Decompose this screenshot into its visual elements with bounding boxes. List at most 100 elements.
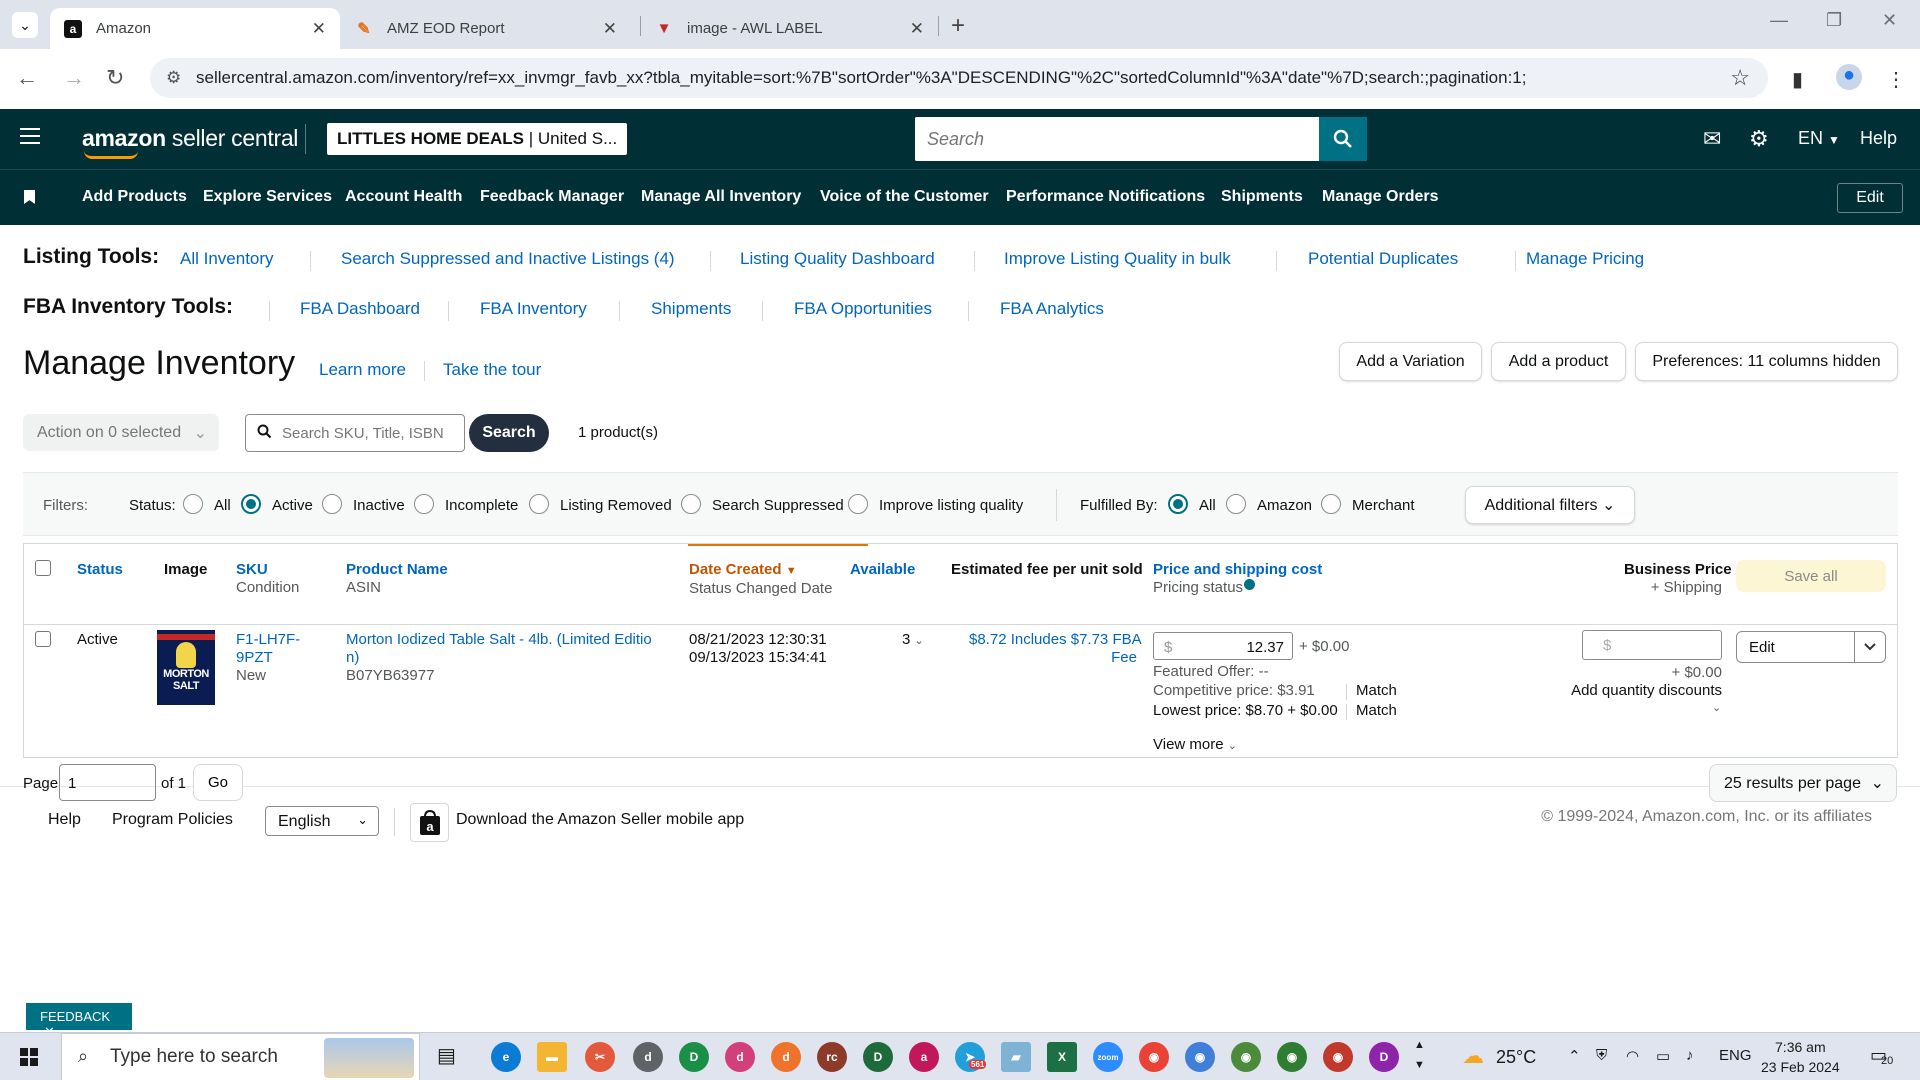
weather-icon[interactable]: ☁	[1462, 1043, 1484, 1069]
close-icon[interactable]: ✕	[603, 19, 617, 39]
bookmark-star-icon[interactable]: ☆	[1730, 65, 1750, 91]
link-manage-pricing[interactable]: Manage Pricing	[1526, 249, 1644, 269]
header-date-created[interactable]: Date Created ▼ Status Changed Date	[689, 561, 832, 598]
row-product-name[interactable]: Morton Iodized Table Salt - 4lb. (Limite…	[346, 631, 652, 685]
view-more-link[interactable]: View more ⌄	[1153, 736, 1237, 755]
link-fba-shipments[interactable]: Shipments	[651, 299, 731, 319]
results-per-page-dropdown[interactable]: 25 results per page ⌄	[1709, 764, 1897, 802]
link-listing-quality-dashboard[interactable]: Listing Quality Dashboard	[740, 249, 935, 269]
minimize-icon[interactable]: —	[1770, 10, 1788, 31]
chrome-profile-icon[interactable]: rc	[817, 1042, 847, 1072]
telegram-icon[interactable]: ➤ 561	[955, 1042, 987, 1072]
match-lowest-link[interactable]: Match	[1356, 702, 1397, 720]
edge-icon[interactable]: e	[491, 1042, 521, 1072]
taskbar-clock[interactable]: 7:36 am 23 Feb 2024	[1761, 1037, 1840, 1077]
back-icon[interactable]: ←	[16, 65, 38, 91]
gear-icon[interactable]: ⚙	[1749, 126, 1769, 152]
radio-status-all[interactable]	[183, 494, 203, 514]
tray-expand-icon[interactable]: ⌃	[1568, 1047, 1581, 1065]
chrome-profile-icon[interactable]: d	[725, 1042, 755, 1072]
match-competitive-link[interactable]: Match	[1356, 682, 1397, 700]
wifi-icon[interactable]: ◠	[1626, 1047, 1639, 1065]
taskbar-scroll-icon[interactable]: ▲ ▼	[1414, 1035, 1425, 1075]
chrome-profile-icon[interactable]: ◉	[1231, 1042, 1261, 1072]
info-icon[interactable]	[1244, 579, 1256, 590]
browser-menu-icon[interactable]: ⋮	[1886, 67, 1906, 92]
sku-search-input[interactable]: Search SKU, Title, ISBN	[245, 414, 465, 452]
footer-help-link[interactable]: Help	[48, 811, 81, 829]
link-fba-inventory[interactable]: FBA Inventory	[480, 299, 587, 319]
page-number-input[interactable]: 1	[59, 764, 156, 801]
nav-performance-notifications[interactable]: Performance Notifications	[1006, 188, 1205, 206]
radio-fulfilled-all[interactable]	[1168, 494, 1188, 514]
chrome-profile-icon[interactable]: d	[633, 1042, 663, 1072]
task-view-icon[interactable]: ▤	[437, 1043, 456, 1068]
link-potential-duplicates[interactable]: Potential Duplicates	[1308, 249, 1458, 269]
forward-icon[interactable]: →	[63, 65, 85, 91]
price-input[interactable]: $ 12.37	[1153, 632, 1293, 660]
chrome-profile-icon[interactable]: ◉	[1185, 1042, 1215, 1072]
nav-edit-button[interactable]: Edit	[1837, 183, 1903, 213]
battery-icon[interactable]: ▭	[1656, 1047, 1670, 1065]
link-improve-listing-quality[interactable]: Improve Listing Quality in bulk	[1004, 249, 1231, 269]
chrome-profile-icon[interactable]: D	[679, 1042, 709, 1072]
taskbar-search-box[interactable]: ⌕ Type here to search	[61, 1033, 420, 1080]
feedback-tab[interactable]: FEEDBACK ✕	[26, 1003, 132, 1039]
lowest-price-link[interactable]: Lowest price: $8.70 + $0.00	[1153, 702, 1338, 720]
add-variation-button[interactable]: Add a Variation	[1339, 342, 1482, 381]
file-explorer-icon[interactable]: ▬	[537, 1042, 567, 1072]
nav-feedback-manager[interactable]: Feedback Manager	[480, 188, 624, 206]
input-language[interactable]: ENG	[1719, 1047, 1752, 1064]
mail-icon[interactable]: ✉	[1703, 126, 1721, 152]
business-price-input[interactable]: $	[1582, 630, 1722, 660]
tab-amz-eod-report[interactable]: ✎ AMZ EOD Report ✕	[341, 8, 631, 49]
link-search-suppressed[interactable]: Search Suppressed and Inactive Listings …	[341, 249, 675, 269]
side-panel-icon[interactable]: ▮	[1792, 67, 1803, 92]
volume-icon[interactable]: ♪	[1686, 1047, 1694, 1064]
link-all-inventory[interactable]: All Inventory	[180, 249, 274, 269]
take-tour-link[interactable]: Take the tour	[443, 360, 541, 380]
chrome-profile-icon[interactable]: D	[863, 1042, 893, 1072]
add-product-button[interactable]: Add a product	[1491, 342, 1626, 381]
link-fba-dashboard[interactable]: FBA Dashboard	[300, 299, 420, 319]
row-fee[interactable]: $8.72 Includes $7.73 FBA Fee	[969, 631, 1142, 667]
nav-voice-of-customer[interactable]: Voice of the Customer	[820, 188, 989, 206]
close-icon[interactable]: ✕	[910, 19, 924, 39]
preferences-button[interactable]: Preferences: 11 columns hidden	[1635, 342, 1898, 381]
bookmark-icon[interactable]	[24, 190, 35, 204]
row-checkbox[interactable]	[35, 631, 51, 647]
chrome-profile-icon[interactable]: ◉	[1277, 1042, 1307, 1072]
radio-status-improve-quality[interactable]	[848, 494, 868, 514]
go-button[interactable]: Go	[193, 764, 243, 801]
radio-status-incomplete[interactable]	[414, 494, 434, 514]
radio-status-search-suppressed[interactable]	[681, 494, 701, 514]
footer-language-select[interactable]: English ⌄	[265, 806, 379, 836]
help-link[interactable]: Help	[1860, 128, 1897, 149]
site-settings-icon[interactable]: ⚙	[166, 68, 181, 88]
chrome-profile-icon[interactable]: ◉	[1323, 1042, 1353, 1072]
nav-add-products[interactable]: Add Products	[82, 188, 187, 206]
header-product-name[interactable]: Product Name ASIN	[346, 561, 448, 597]
chevron-down-icon[interactable]: ⌄	[1712, 699, 1721, 717]
profile-avatar-icon[interactable]: ●	[1836, 64, 1862, 90]
header-status[interactable]: Status	[77, 561, 123, 579]
excel-icon[interactable]: X	[1047, 1042, 1077, 1072]
tab-awl-label[interactable]: ▼ image - AWL LABEL ✕	[641, 8, 938, 49]
window-close-icon[interactable]: ✕	[1882, 10, 1897, 31]
learn-more-link[interactable]: Learn more	[319, 360, 406, 380]
reload-icon[interactable]: ↻	[106, 65, 124, 91]
nav-explore-services[interactable]: Explore Services	[203, 188, 332, 206]
url-field[interactable]: ⚙ sellercentral.amazon.com/inventory/ref…	[150, 58, 1768, 98]
radio-fulfilled-amazon[interactable]	[1226, 494, 1246, 514]
radio-status-listing-removed[interactable]	[529, 494, 549, 514]
tab-search-icon[interactable]: ⌄	[12, 12, 38, 38]
header-sku[interactable]: SKU Condition	[236, 561, 299, 597]
header-search-input[interactable]	[915, 117, 1319, 161]
nav-account-health[interactable]: Account Health	[345, 188, 462, 206]
seller-central-logo[interactable]: amazon seller central	[82, 125, 298, 159]
header-search-button[interactable]	[1319, 117, 1367, 161]
row-edit-button[interactable]: Edit	[1737, 632, 1855, 662]
link-fba-analytics[interactable]: FBA Analytics	[1000, 299, 1104, 319]
row-sku[interactable]: F1-LH7F- 9PZT New	[236, 631, 300, 685]
hamburger-menu-icon[interactable]	[20, 128, 40, 149]
